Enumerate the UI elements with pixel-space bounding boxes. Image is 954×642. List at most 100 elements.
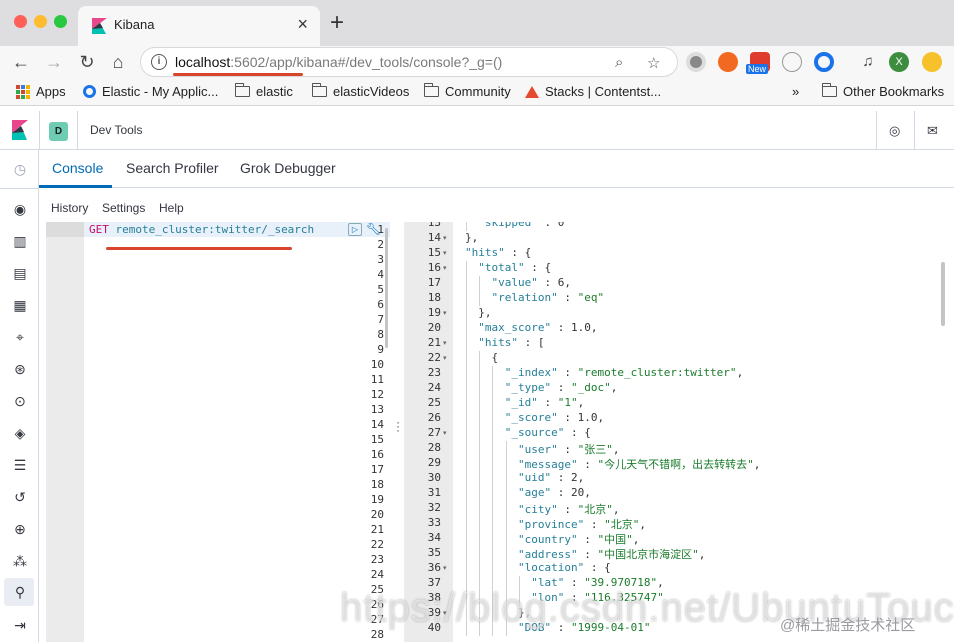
collapse-menu-icon[interactable]: ⇥ [11, 616, 29, 634]
history-link[interactable]: History [51, 201, 88, 215]
response-output[interactable]: 13 "skipped" : 0 14 ▾}, 15 ▾ "hits" : {16 ▾ "t… [404, 222, 954, 642]
tab-grok-debugger[interactable]: Grok Debugger [240, 160, 336, 176]
indent-guide [505, 456, 507, 471]
tab-search-profiler[interactable]: Search Profiler [126, 160, 219, 176]
splitter-grip-icon[interactable]: · · · [396, 416, 400, 436]
output-line-number: 25 [427, 396, 441, 409]
infrastructure-icon[interactable]: ⊙ [11, 392, 29, 410]
bookmark-other-bookmarks[interactable]: Other Bookmarks [821, 83, 944, 99]
discover-compass-icon[interactable]: ◉ [11, 200, 29, 218]
fold-toggle-icon[interactable]: ▾ [443, 264, 447, 272]
maps-icon[interactable]: ⌖ [11, 328, 29, 346]
bookmark-elastic-my-applic[interactable]: Elastic - My Applic... [83, 84, 218, 99]
canvas-icon[interactable]: ▦ [11, 296, 29, 314]
fold-toggle-icon[interactable]: ▾ [443, 429, 447, 437]
help-lifebuoy-icon[interactable]: ◎ [889, 123, 900, 139]
indent-guide [505, 516, 507, 531]
dashboard-icon[interactable]: ▤ [11, 264, 29, 282]
maximize-window-button[interactable] [54, 15, 67, 28]
indent-guide [479, 396, 481, 411]
editor-line-number: 24 [370, 568, 384, 581]
extension-circle-icon[interactable] [686, 52, 706, 72]
minimize-window-button[interactable] [34, 15, 47, 28]
fold-toggle-icon[interactable]: ▾ [443, 564, 447, 572]
site-info-icon[interactable]: i [151, 54, 167, 70]
graph-icon[interactable]: ⁂ [11, 552, 29, 570]
media-controls-icon[interactable]: ♫ [856, 50, 880, 74]
editor-line-number: 13 [370, 403, 384, 416]
editor-line-number: 16 [370, 448, 384, 461]
editor-line-number: 9 [377, 343, 384, 356]
bookmark-star-icon[interactable]: ☆ [647, 54, 660, 72]
recent-clock-icon[interactable]: ◷ [11, 160, 29, 178]
kibana-nav-rail: ◷ ◉ ▥ ▤ ▦ ⌖ ⊛ ⊙ ◈ ☰ ↺ ⊕ ⁂ ⚲ ⇥ [0, 150, 39, 642]
kibana-logo-icon[interactable] [12, 120, 28, 140]
indent-guide [505, 561, 507, 576]
indent-guide [492, 561, 494, 576]
output-line-number: 32 [427, 501, 441, 514]
request-editor[interactable]: 1 2 3 4 5 6 7 8 9 10 11 12 13 14 15 16 17 18 19 20 21 22 23 24 2… [46, 222, 390, 642]
output-scrollbar[interactable] [941, 262, 945, 326]
close-tab-icon[interactable]: × [297, 14, 308, 35]
indent-guide [466, 396, 467, 411]
settings-link[interactable]: Settings [102, 201, 145, 215]
request-line[interactable]: GET remote_cluster:twitter/_search [89, 223, 314, 236]
indent-guide [505, 486, 507, 501]
output-line: "address" : "中国北京市海淀区", [517, 548, 706, 561]
close-window-button[interactable] [14, 15, 27, 28]
folder-icon [423, 83, 439, 97]
newsfeed-mail-icon[interactable]: ✉ [927, 123, 938, 139]
indent-guide [505, 501, 507, 516]
indent-guide [479, 471, 481, 486]
editor-scrollbar[interactable] [385, 228, 388, 348]
help-link[interactable]: Help [159, 201, 184, 215]
output-line: "total" : { [478, 261, 552, 274]
dev-tools-wrench-icon[interactable]: ⚲ [11, 583, 29, 601]
fold-toggle-icon[interactable]: ▾ [443, 339, 447, 347]
send-request-play-icon[interactable]: ▷ [348, 223, 362, 236]
profile-avatar[interactable]: X [889, 52, 909, 72]
tab-console[interactable]: Console [52, 160, 103, 176]
apm-icon[interactable]: ☰ [11, 456, 29, 474]
editor-line-number: 6 [377, 298, 384, 311]
new-tab-button[interactable]: + [330, 9, 344, 37]
header-divider [39, 111, 40, 150]
request-options-wrench-icon[interactable]: 🔧︎ [366, 222, 381, 236]
output-line: "message" : "今儿天气不错啊，出去转转去", [517, 458, 761, 471]
bookmark-elasticvideos[interactable]: elasticVideos [311, 83, 409, 99]
bookmark-elastic[interactable]: elastic [234, 83, 293, 99]
bookmark-community[interactable]: Community [423, 83, 511, 99]
editor-line-number: 14 [370, 418, 384, 431]
url-path: :5602/app/kibana#/dev_tools/console?_g=(… [230, 54, 503, 70]
fold-toggle-icon[interactable]: ▾ [443, 249, 447, 257]
visualize-chart-icon[interactable]: ▥ [11, 232, 29, 250]
extension-blue-ring-icon[interactable] [814, 52, 834, 72]
space-avatar[interactable]: D [49, 122, 68, 141]
extension-info-icon[interactable] [782, 52, 802, 72]
address-bar[interactable]: i localhost:5602/app/kibana#/dev_tools/c… [140, 47, 678, 77]
watermark-brand: @稀土掘金技术社区 [780, 617, 916, 634]
bookmark-stacks-contentst[interactable]: Stacks | Contentst... [525, 84, 661, 99]
bookmark-apps[interactable]: Apps [16, 84, 66, 99]
fold-toggle-icon[interactable]: ▾ [443, 234, 447, 242]
home-icon[interactable]: ⌂ [106, 50, 130, 74]
fold-toggle-icon[interactable]: ▾ [443, 354, 447, 362]
reload-icon[interactable]: ↻ [75, 50, 99, 74]
search-zoom-icon[interactable]: ⌕ [615, 54, 623, 71]
editor-line-number: 2 [377, 238, 384, 251]
uptime-icon[interactable]: ↺ [11, 488, 29, 506]
forward-arrow-icon[interactable]: → [42, 50, 66, 74]
browser-tab-kibana[interactable]: Kibana × [78, 6, 320, 46]
indent-guide [466, 306, 467, 321]
extension-orange-icon[interactable] [718, 52, 738, 72]
indent-guide [466, 411, 467, 426]
bookmarks-overflow-chevron[interactable]: » [792, 84, 799, 99]
back-arrow-icon[interactable]: ← [9, 50, 33, 74]
siem-lock-icon[interactable]: ⊕ [11, 520, 29, 538]
header-divider [77, 111, 78, 150]
fold-toggle-icon[interactable]: ▾ [443, 309, 447, 317]
logs-icon[interactable]: ◈ [11, 424, 29, 442]
indent-guide [466, 366, 467, 381]
machine-learning-icon[interactable]: ⊛ [11, 360, 29, 378]
update-icon[interactable] [922, 52, 942, 72]
